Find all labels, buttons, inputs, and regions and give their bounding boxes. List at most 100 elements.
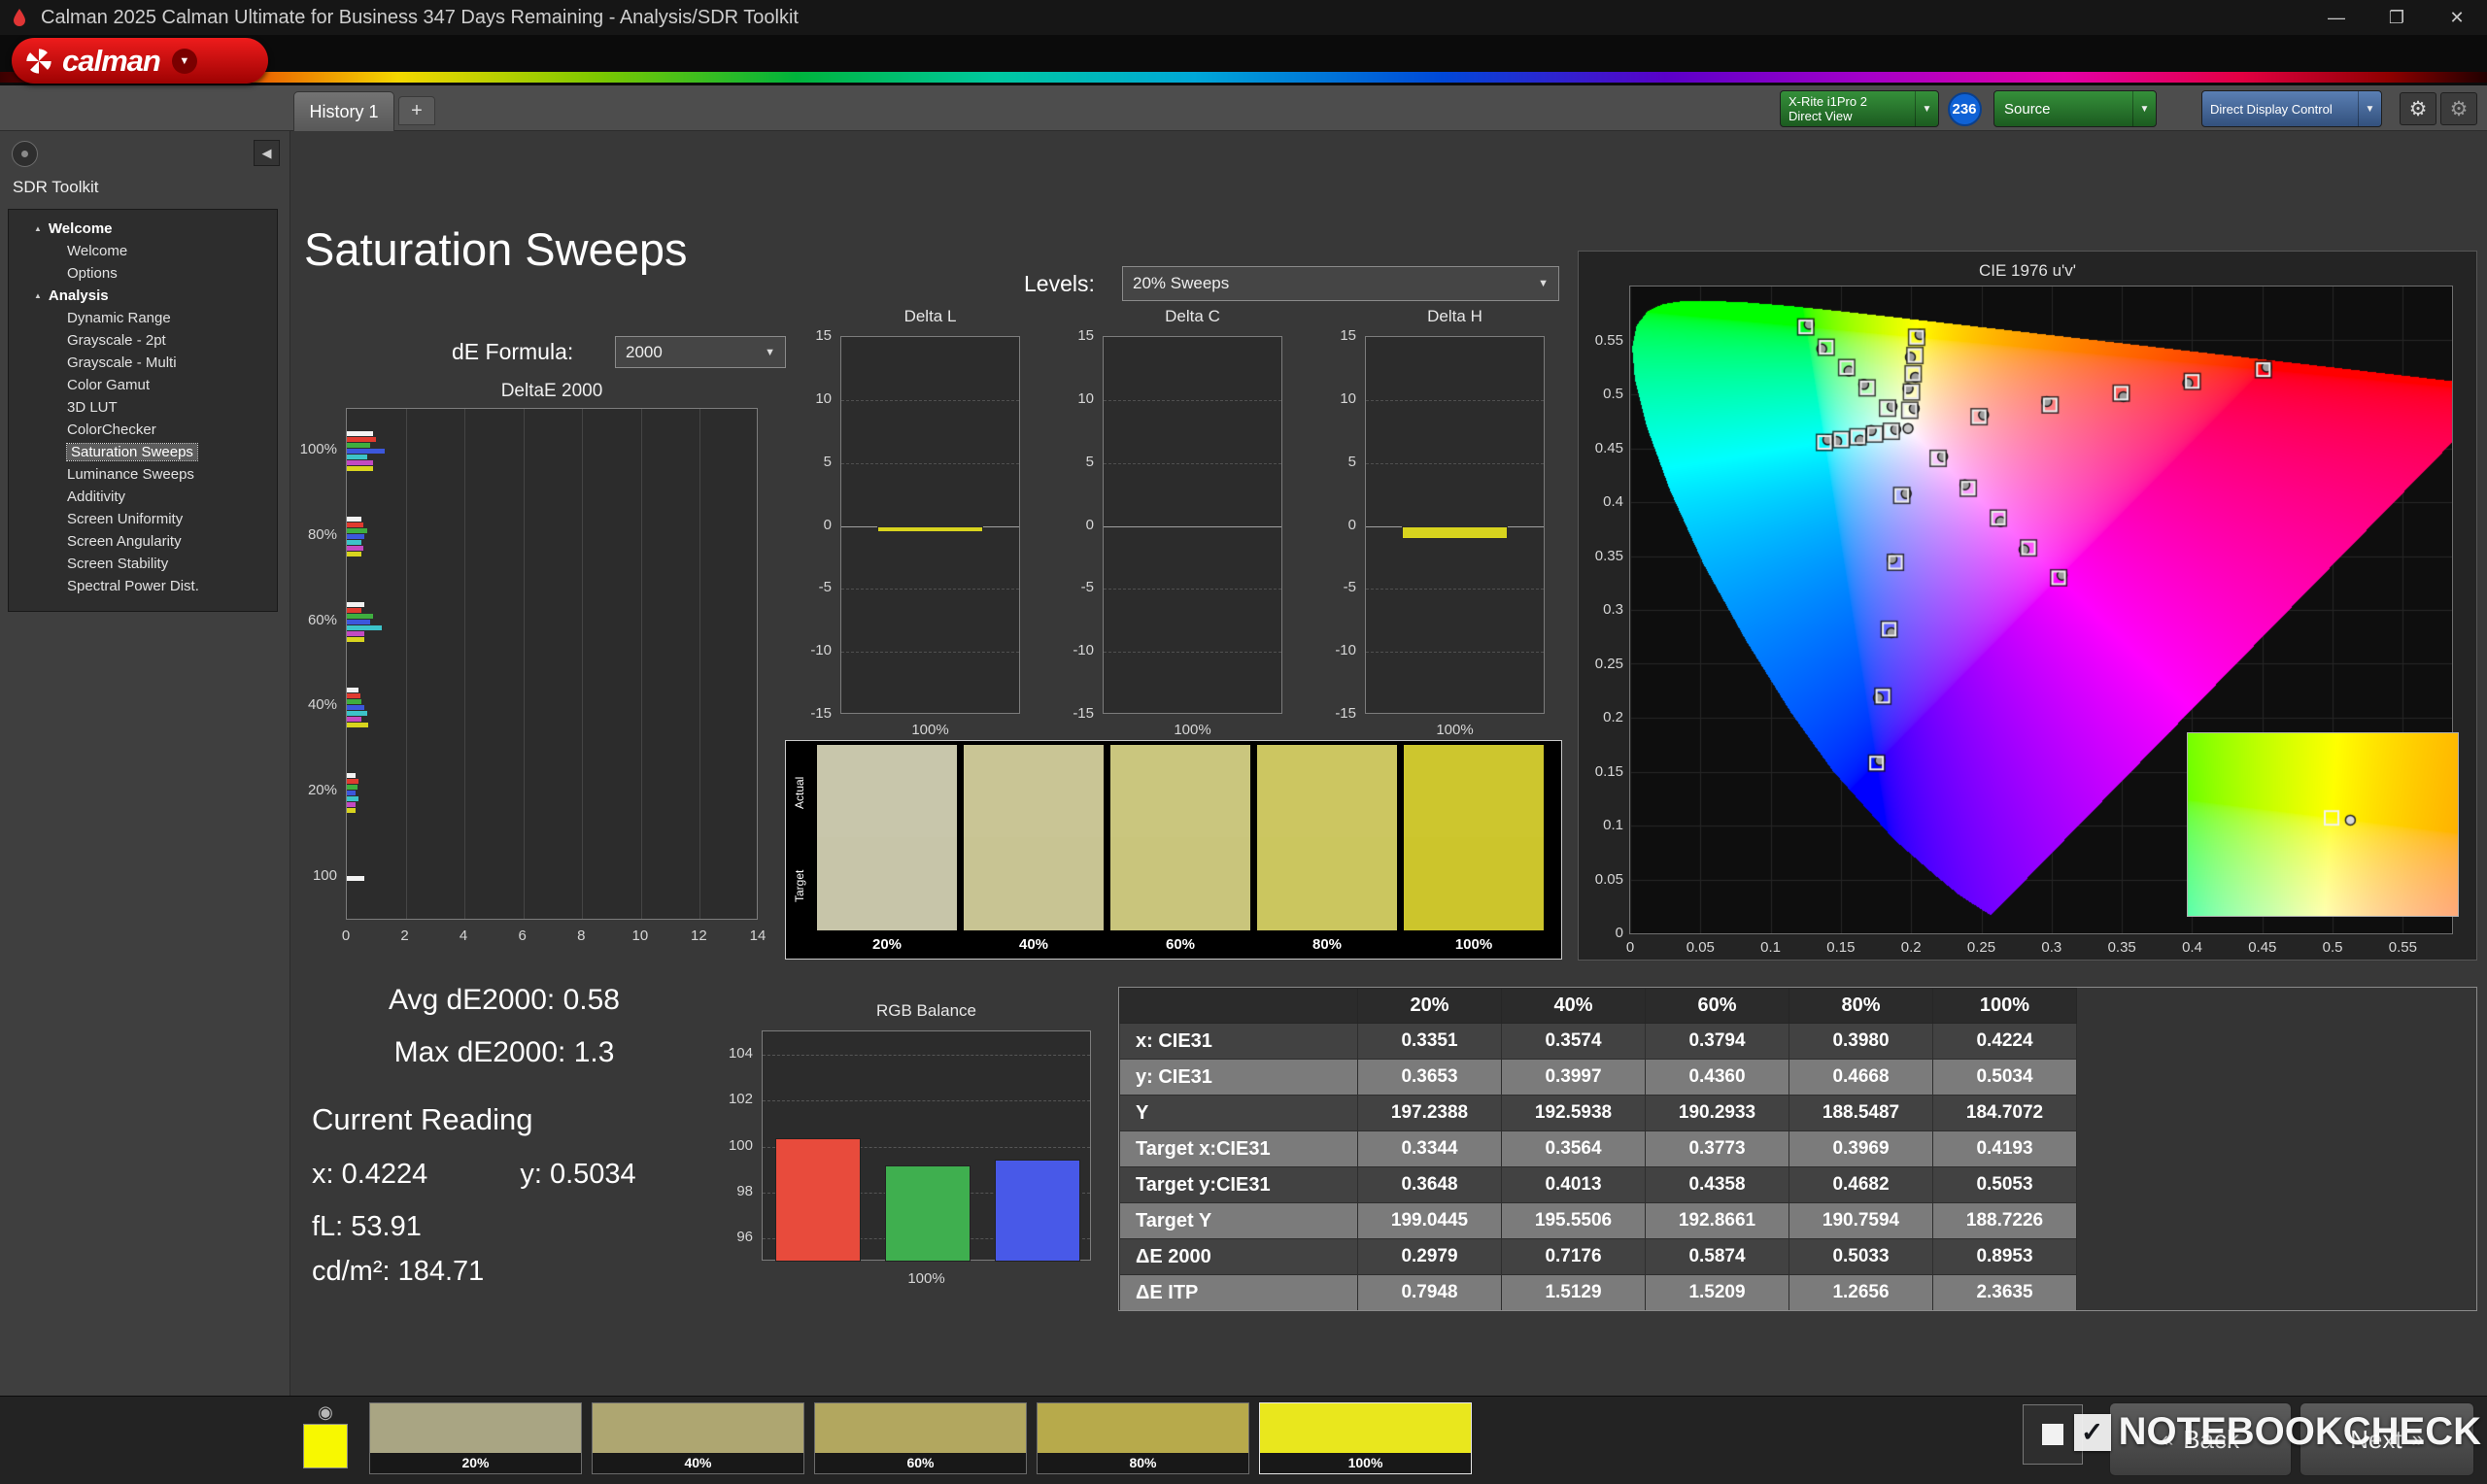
sidebar-item-label: Luminance Sweeps bbox=[67, 466, 194, 483]
current-pattern-panel: ◉ bbox=[293, 1400, 358, 1480]
add-tab-button[interactable]: + bbox=[398, 96, 435, 125]
measurement-table-panel: 20%40%60%80%100%x: CIE310.33510.35740.37… bbox=[1118, 987, 2477, 1311]
table-header-cell: 60% bbox=[1646, 989, 1789, 1024]
sidebar-item-label: 3D LUT bbox=[67, 399, 118, 416]
settings-gear-button[interactable]: ⚙ bbox=[2400, 92, 2436, 125]
sidebar-item-color-gamut[interactable]: Color Gamut bbox=[9, 374, 277, 396]
pattern-button-80[interactable]: 80% bbox=[1037, 1402, 1249, 1474]
sidebar-item-colorchecker[interactable]: ColorChecker bbox=[9, 419, 277, 441]
sidebar-item-screen-uniformity[interactable]: Screen Uniformity bbox=[9, 508, 277, 530]
y-tick-label: -5 bbox=[1044, 579, 1094, 596]
workflow-options-gear-button[interactable]: ⚙ bbox=[2440, 92, 2477, 125]
current-pattern-swatch[interactable] bbox=[303, 1424, 348, 1468]
display-control-dropdown[interactable]: Direct Display Control ▼ bbox=[2201, 90, 2382, 127]
sidebar-home-button[interactable] bbox=[12, 141, 38, 167]
max-de2000-reading: Max dE2000: 1.3 bbox=[320, 1036, 689, 1069]
x-tick-label: 0 bbox=[331, 928, 360, 945]
calman-logo[interactable]: calman ▼ bbox=[12, 38, 268, 84]
sidebar-item-label: Options bbox=[67, 265, 118, 282]
grid-line bbox=[841, 463, 1019, 464]
table-cell: 0.8953 bbox=[1933, 1239, 2077, 1275]
sidebar-item-grayscale-2pt[interactable]: Grayscale - 2pt bbox=[9, 329, 277, 352]
sidebar-item-3d-lut[interactable]: 3D LUT bbox=[9, 396, 277, 419]
deltae-plot-area bbox=[346, 408, 758, 920]
de-formula-dropdown[interactable]: 2000 ▼ bbox=[615, 336, 786, 368]
swatch-percent-label: 100% bbox=[1404, 936, 1544, 953]
pattern-button-100[interactable]: 100% bbox=[1259, 1402, 1472, 1474]
source-dropdown[interactable]: Source ▼ bbox=[1993, 90, 2157, 127]
table-cell: 0.5053 bbox=[1933, 1167, 2077, 1203]
sidebar-item-label: Additivity bbox=[67, 489, 125, 505]
pattern-color bbox=[1038, 1403, 1248, 1453]
sidebar-collapse-button[interactable]: ◀ bbox=[254, 140, 280, 166]
grid-line bbox=[1104, 400, 1281, 401]
tree-expander-icon[interactable]: ▲ bbox=[34, 287, 42, 304]
x-tick-label: 14 bbox=[743, 928, 772, 945]
avg-de2000-reading: Avg dE2000: 0.58 bbox=[320, 984, 689, 1017]
y-tick-label: 15 bbox=[1307, 327, 1356, 345]
sidebar-item-luminance-sweeps[interactable]: Luminance Sweeps bbox=[9, 463, 277, 486]
pattern-button-20[interactable]: 20% bbox=[369, 1402, 582, 1474]
target-swatch-80 bbox=[1257, 837, 1397, 930]
y-tick-label: 100% bbox=[290, 441, 337, 458]
grid-line bbox=[1366, 589, 1544, 590]
maximize-button[interactable]: ❐ bbox=[2367, 0, 2427, 35]
levels-dropdown-value: 20% Sweeps bbox=[1133, 274, 1229, 293]
bar-magenta bbox=[347, 631, 364, 636]
sidebar-item-saturation-sweeps[interactable]: Saturation Sweeps bbox=[9, 441, 277, 463]
swatch-percent-label: 40% bbox=[964, 936, 1104, 953]
pattern-window-button[interactable] bbox=[2023, 1404, 2083, 1465]
close-button[interactable]: ✕ bbox=[2427, 0, 2487, 35]
workflow-tree: ▲WelcomeWelcome Options ▲AnalysisDynamic R… bbox=[8, 209, 278, 612]
tab-history-1[interactable]: History 1 bbox=[293, 91, 394, 131]
bar-yellow bbox=[347, 723, 368, 727]
levels-dropdown[interactable]: 20% Sweeps ▼ bbox=[1122, 266, 1559, 301]
pattern-label: 40% bbox=[593, 1453, 803, 1473]
pattern-color bbox=[815, 1403, 1026, 1453]
table-cell: 190.7594 bbox=[1789, 1203, 1933, 1239]
table-cell: 0.3574 bbox=[1502, 1024, 1646, 1060]
pattern-label: 100% bbox=[1260, 1453, 1471, 1473]
sidebar-item-screen-angularity[interactable]: Screen Angularity bbox=[9, 530, 277, 553]
meter-dropdown[interactable]: X-Rite i1Pro 2 Direct View ▼ bbox=[1780, 90, 1939, 127]
sidebar-section-analysis[interactable]: ▲Analysis bbox=[9, 285, 277, 307]
tree-expander-icon[interactable]: ▲ bbox=[34, 220, 42, 237]
pattern-label: 20% bbox=[370, 1453, 581, 1473]
y-tick-label: 100 bbox=[703, 1137, 753, 1155]
y-tick-label: 15 bbox=[782, 327, 832, 345]
bar-yellow bbox=[347, 637, 364, 642]
sidebar-item-dynamic-range[interactable]: Dynamic Range bbox=[9, 307, 277, 329]
back-button[interactable]: « Back bbox=[2109, 1402, 2292, 1476]
dropdown-arrow-icon: ▼ bbox=[2132, 91, 2156, 126]
y-tick-label: 102 bbox=[703, 1091, 753, 1108]
current-y-value: y: 0.5034 bbox=[520, 1159, 635, 1191]
home-dot-icon bbox=[21, 151, 28, 157]
y-tick-label: 0.1 bbox=[1579, 817, 1623, 834]
x-tick-label: 0.2 bbox=[1891, 939, 1930, 957]
y-tick-label: 0.45 bbox=[1579, 440, 1623, 457]
next-button[interactable]: Next » bbox=[2300, 1402, 2474, 1476]
sidebar-section-welcome[interactable]: ▲Welcome bbox=[9, 218, 277, 240]
meter-count-badge[interactable]: 236 bbox=[1948, 92, 1982, 126]
bar-blue bbox=[347, 534, 364, 539]
sidebar-item-spectral-power-dist[interactable]: Spectral Power Dist. bbox=[9, 575, 277, 597]
pattern-button-40[interactable]: 40% bbox=[592, 1402, 804, 1474]
pattern-button-60[interactable]: 60% bbox=[814, 1402, 1027, 1474]
logo-menu-caret-icon[interactable]: ▼ bbox=[172, 49, 197, 74]
bar-red bbox=[347, 523, 363, 527]
bar-red bbox=[347, 437, 376, 442]
grid-line bbox=[1104, 652, 1281, 653]
bar-cyan bbox=[347, 796, 358, 801]
table-cell: 0.3969 bbox=[1789, 1131, 1933, 1167]
table-cell: 0.4358 bbox=[1646, 1167, 1789, 1203]
sidebar-item-welcome[interactable]: Welcome bbox=[9, 240, 277, 262]
sidebar-item-options[interactable]: Options bbox=[9, 262, 277, 285]
sidebar-item-screen-stability[interactable]: Screen Stability bbox=[9, 553, 277, 575]
chart-title: Delta C bbox=[1103, 307, 1282, 326]
back-arrows-icon: « bbox=[2162, 1427, 2173, 1452]
x-tick-label: 12 bbox=[684, 928, 713, 945]
sidebar-item-additivity[interactable]: Additivity bbox=[9, 486, 277, 508]
minimize-button[interactable]: — bbox=[2306, 0, 2367, 35]
sidebar-item-grayscale-multi[interactable]: Grayscale - Multi bbox=[9, 352, 277, 374]
y-tick-label: 0 bbox=[1579, 925, 1623, 942]
